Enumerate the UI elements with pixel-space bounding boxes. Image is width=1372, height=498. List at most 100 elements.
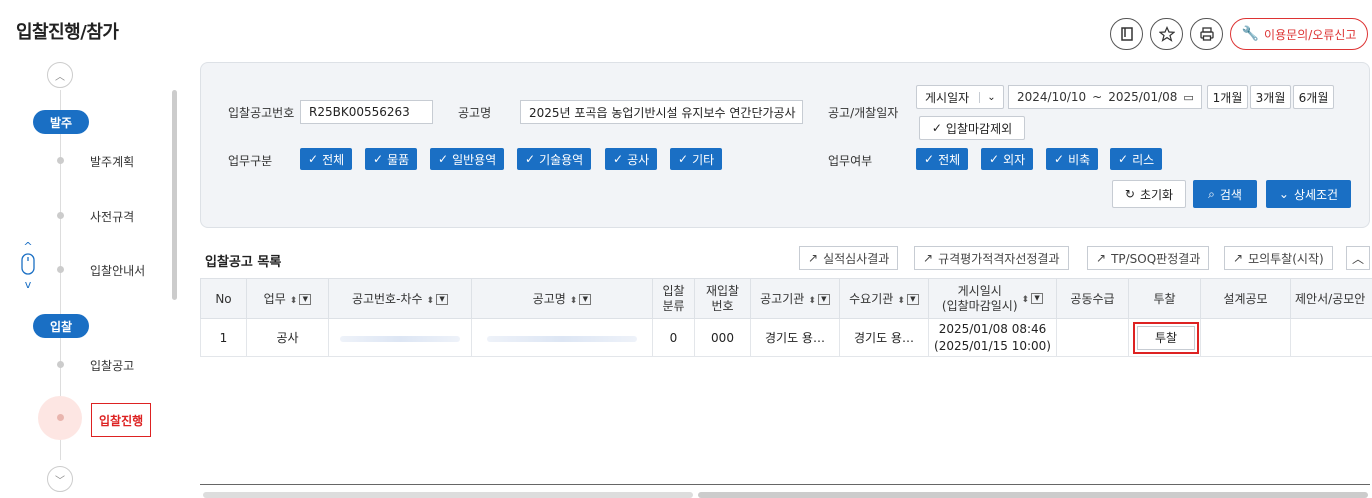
biz-type-construction-chip[interactable]: ✓ 공사 [605, 148, 658, 170]
favorite-star-icon[interactable] [1150, 18, 1183, 50]
timeline-dot [57, 361, 64, 368]
list-title: 입찰공고 목록 [205, 255, 282, 270]
external-link-icon: ↗ [923, 251, 934, 265]
chevron-down-icon: ⌄ [1278, 187, 1289, 201]
filter-icon: ▼ [817, 294, 830, 305]
search-button[interactable]: ⌕ 검색 [1193, 180, 1257, 208]
col-bid: 투찰 [1128, 278, 1201, 319]
biz-type-other-chip[interactable]: ✓ 기타 [670, 148, 723, 170]
bid-button[interactable]: 투찰 [1137, 325, 1195, 350]
horizontal-scrollbar-right[interactable] [698, 492, 1368, 498]
biz-flag-foreign-chip[interactable]: ✓ 외자 [981, 148, 1034, 170]
cell-biz: 공사 [246, 318, 329, 357]
check-icon: ✓ [924, 152, 935, 166]
sidebar-item-bid-progress[interactable]: 입찰진행 [91, 403, 152, 437]
scroll-down-button[interactable]: ﹀ [47, 466, 73, 492]
stage-badge-order[interactable]: 발주 [33, 110, 89, 134]
notice-name-input[interactable]: 2025년 포곡읍 농업기반시설 유지보수 연간단가공사 [520, 100, 803, 124]
filter-icon: ▼ [436, 294, 449, 305]
scroll-up-button[interactable]: ︿ [47, 62, 73, 88]
performance-review-button[interactable]: ↗ 실적심사결과 [799, 246, 899, 270]
timeline-dot [57, 157, 64, 164]
chevron-up-icon: ︿ [1351, 251, 1364, 266]
sidebar-item-order-plan[interactable]: 발주계획 [90, 153, 134, 170]
col-bid-no[interactable]: 공고번호-차수 ⬍ ▼ [328, 278, 472, 319]
check-icon: ✓ [989, 152, 1000, 166]
cell-joint [1056, 318, 1129, 357]
reset-button[interactable]: ↻ 초기화 [1112, 180, 1186, 208]
exclude-closed-toggle[interactable]: ✓ 입찰마감제외 [919, 116, 1025, 140]
cell-posted: 2025/01/08 08:46 (2025/01/15 10:00) [928, 318, 1057, 357]
mock-bid-button[interactable]: ↗ 모의투찰(시작) [1224, 246, 1333, 270]
sort-icon: ⬍ [426, 296, 435, 306]
filter-icon: ▼ [579, 294, 592, 305]
biz-type-all-chip[interactable]: ✓ 전체 [300, 148, 353, 170]
mouse-scroll-icon: ^ v [21, 240, 35, 291]
filter-icon: ▼ [1031, 293, 1044, 304]
biz-type-general-service-chip[interactable]: ✓ 일반용역 [430, 148, 505, 170]
col-proposal: 제안서/공모안 [1290, 278, 1372, 319]
biz-flag-label: 업무여부 [828, 154, 873, 168]
page-title: 입찰진행/참가 [16, 22, 119, 43]
col-demand[interactable]: 수요기관 ⬍ ▼ [839, 278, 929, 319]
check-icon: ✓ [438, 152, 449, 166]
sidebar-item-bid-guide[interactable]: 입찰안내서 [90, 262, 145, 279]
biz-type-tech-service-chip[interactable]: ✓ 기술용역 [517, 148, 592, 170]
redacted-text [487, 335, 637, 342]
cell-agency: 경기도 용… [750, 318, 840, 357]
date-label: 공고/개찰일자 [828, 106, 899, 120]
filter-icon: ▼ [299, 294, 312, 305]
manual-book-icon[interactable] [1110, 18, 1143, 50]
sidebar-item-pre-spec[interactable]: 사전규격 [90, 208, 134, 225]
col-rebid: 재입찰 번호 [694, 278, 751, 319]
redacted-text [340, 335, 460, 342]
detail-conditions-button[interactable]: ⌄ 상세조건 [1266, 180, 1351, 208]
cell-name-redacted[interactable] [471, 318, 653, 357]
cell-bid-no-redacted[interactable] [328, 318, 472, 357]
sidebar-item-bid-notice[interactable]: 입찰공고 [90, 357, 134, 374]
col-agency[interactable]: 공고기관 ⬍ ▼ [750, 278, 840, 319]
refresh-icon: ↻ [1124, 187, 1135, 201]
check-icon: ✓ [931, 121, 942, 135]
notice-name-label: 공고명 [458, 106, 492, 120]
external-link-icon: ↗ [808, 251, 819, 265]
cell-bid-class: 0 [652, 318, 695, 357]
sort-icon: ⬍ [808, 296, 816, 306]
range-1-month-button[interactable]: 1개월 [1207, 85, 1248, 109]
bid-notice-table: No 업무 ⬍ ▼ 공고번호-차수 ⬍ ▼ 공고명 ⬍ ▼ 입찰 분류 재입찰 번호 공고기… [200, 278, 1372, 357]
biz-flag-all-chip[interactable]: ✓ 전체 [916, 148, 969, 170]
col-name[interactable]: 공고명 ⬍ ▼ [471, 278, 653, 319]
check-icon: ✓ [373, 152, 384, 166]
bid-no-input[interactable]: R25BK00556263 [300, 100, 433, 124]
table-row[interactable]: 1 공사 0 000 경기도 용… 경기도 용… 2025/01/08 08:4… [200, 318, 1372, 357]
print-icon[interactable] [1190, 18, 1223, 50]
sidebar-scrollbar[interactable] [172, 90, 177, 300]
stage-badge-bid[interactable]: 입찰 [33, 314, 89, 338]
check-icon: ✓ [525, 152, 536, 166]
horizontal-scrollbar-left[interactable] [203, 492, 693, 498]
date-type-select[interactable]: 게시일자 ⌄ [916, 85, 1004, 109]
tp-soq-button[interactable]: ↗ TP/SOQ판정결과 [1087, 246, 1210, 270]
check-icon: ✓ [1118, 152, 1129, 166]
collapse-button[interactable]: ︿ [1346, 246, 1370, 270]
check-icon: ✓ [613, 152, 624, 166]
report-error-button[interactable]: 🔧 이용문의/오류신고 [1230, 18, 1368, 50]
timeline-dot [57, 212, 64, 219]
biz-flag-stockpile-chip[interactable]: ✓ 비축 [1046, 148, 1099, 170]
col-design: 설계공모 [1200, 278, 1291, 319]
range-6-month-button[interactable]: 6개월 [1293, 85, 1334, 109]
biz-flag-lease-chip[interactable]: ✓ 리스 [1110, 148, 1163, 170]
check-icon: ✓ [308, 152, 319, 166]
date-range-input[interactable]: 2024/10/10 ~ 2025/01/08 ▭ [1008, 85, 1202, 109]
cell-no: 1 [200, 318, 247, 357]
sort-icon: ⬍ [289, 296, 298, 306]
range-3-month-button[interactable]: 3개월 [1250, 85, 1291, 109]
spec-eval-button[interactable]: ↗ 규격평가적격자선정결과 [914, 246, 1069, 270]
col-biz[interactable]: 업무 ⬍ ▼ [246, 278, 329, 319]
bid-no-label: 입찰공고번호 [228, 106, 295, 120]
cell-bid: 투찰 [1128, 318, 1201, 357]
biz-type-goods-chip[interactable]: ✓ 물품 [365, 148, 418, 170]
col-joint: 공동수급 [1056, 278, 1129, 319]
col-posted[interactable]: 게시일시 (입찰마감일시) ⬍ ▼ [928, 278, 1057, 319]
external-link-icon: ↗ [1096, 251, 1107, 265]
